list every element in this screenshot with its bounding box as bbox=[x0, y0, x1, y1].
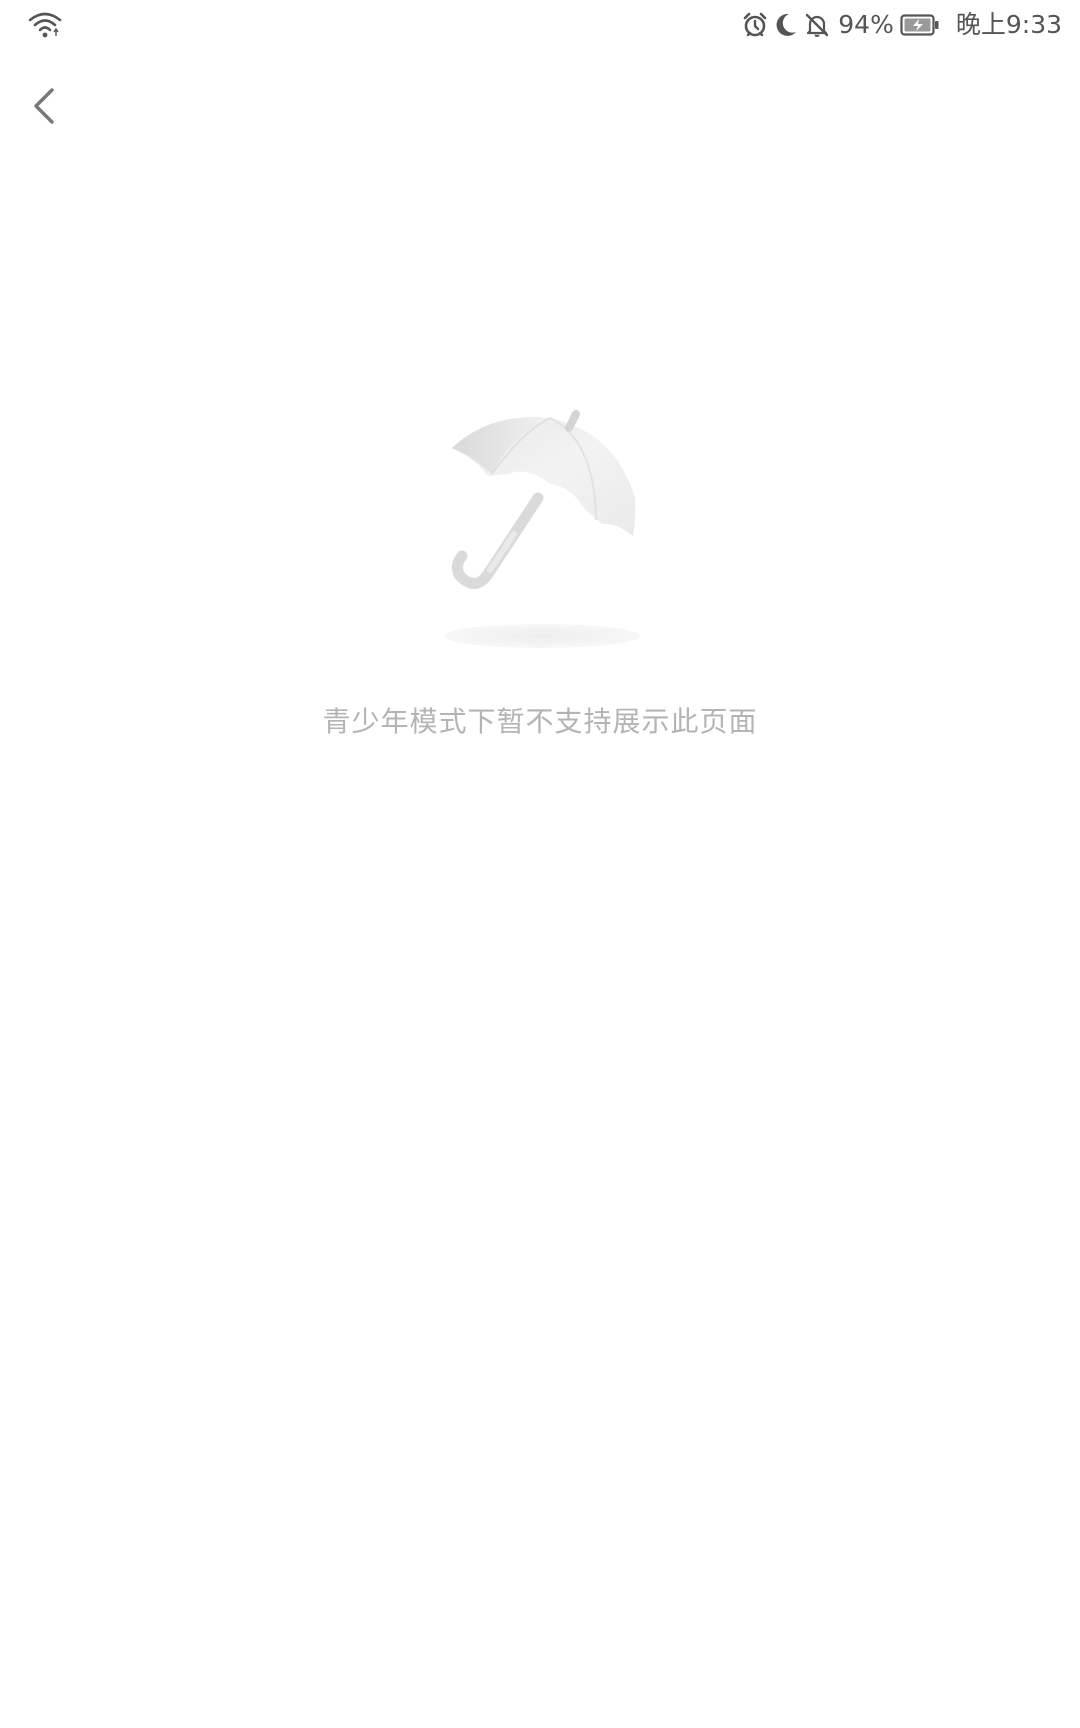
bell-off-icon bbox=[806, 13, 829, 37]
battery-percent: 94% bbox=[838, 10, 894, 39]
empty-state-message: 青少年模式下暂不支持展示此页面 bbox=[322, 705, 758, 738]
wifi-icon bbox=[28, 12, 62, 38]
moon-icon bbox=[776, 13, 797, 36]
clock: 晚上9:33 bbox=[955, 10, 1062, 39]
back-button[interactable] bbox=[22, 78, 66, 134]
status-bar: 94% 晚上9:33 bbox=[0, 0, 1080, 50]
chevron-left-icon bbox=[34, 88, 54, 124]
alarm-icon bbox=[743, 12, 767, 37]
umbrella-icon bbox=[444, 410, 640, 648]
status-icons: 94% 晚上9:33 bbox=[742, 8, 1062, 42]
battery-charging-icon bbox=[900, 14, 939, 36]
page-root: 94% 晚上9:33 青少年模式下暂不支持展示此页面 bbox=[0, 0, 1080, 1728]
